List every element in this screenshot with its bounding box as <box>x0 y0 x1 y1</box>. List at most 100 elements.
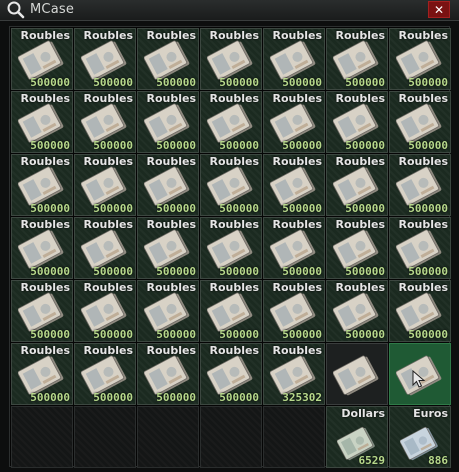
item-count: 500000 <box>345 202 385 215</box>
item-name: Roubles <box>146 29 196 42</box>
item-name: Roubles <box>209 344 259 357</box>
inventory-slot-item[interactable]: Dollars 6529 <box>326 406 388 468</box>
item-name: Roubles <box>20 218 70 231</box>
item-name: Roubles <box>398 281 448 294</box>
item-name: Roubles <box>20 155 70 168</box>
item-count: 500000 <box>30 328 70 341</box>
item-count: 500000 <box>282 76 322 89</box>
empty-slot[interactable] <box>137 406 199 468</box>
inventory-slot-item[interactable]: Roubles 325302 <box>263 343 325 405</box>
item-name: Roubles <box>146 92 196 105</box>
item-count: 500000 <box>156 202 196 215</box>
item-count: 500000 <box>345 76 385 89</box>
item-count: 500000 <box>93 328 133 341</box>
inventory-slot-item[interactable]: Roubles 500000 <box>11 91 73 153</box>
inventory-slot-item[interactable]: Roubles 500000 <box>200 154 262 216</box>
inventory-slot-item[interactable]: Roubles 500000 <box>74 217 136 279</box>
inventory-slot-item[interactable]: Roubles 500000 <box>200 343 262 405</box>
item-name: Roubles <box>272 218 322 231</box>
item-name: Roubles <box>20 344 70 357</box>
item-name: Roubles <box>272 344 322 357</box>
inventory-slot-item[interactable]: Roubles 500000 <box>389 28 451 90</box>
inventory-slot-item[interactable]: Roubles 500000 <box>11 280 73 342</box>
inventory-slot-item[interactable]: Roubles 500000 <box>74 154 136 216</box>
item-name: Roubles <box>335 218 385 231</box>
inventory-slot-item[interactable]: Roubles 500000 <box>389 217 451 279</box>
item-count: 500000 <box>219 139 259 152</box>
item-count: 500000 <box>156 391 196 404</box>
inventory-slot-item[interactable]: Roubles 500000 <box>389 91 451 153</box>
mcase-window: MCase ✕ Roubles 500000 Roubles 500000 Rouble… <box>0 0 459 472</box>
inventory-slot-item[interactable]: Roubles 500000 <box>326 217 388 279</box>
close-button[interactable]: ✕ <box>428 1 450 18</box>
item-count: 500000 <box>93 76 133 89</box>
item-name: Roubles <box>83 92 133 105</box>
item-count: 500000 <box>408 139 448 152</box>
item-name: Dollars <box>341 407 385 420</box>
inventory-slot-item[interactable]: Roubles 500000 <box>137 217 199 279</box>
item-name: Roubles <box>272 92 322 105</box>
item-count: 500000 <box>219 76 259 89</box>
empty-slot[interactable] <box>74 406 136 468</box>
inventory-slot-item[interactable]: Roubles 500000 <box>389 154 451 216</box>
inventory-slot-item[interactable]: Roubles 500000 <box>74 280 136 342</box>
inventory-slot-item[interactable]: Roubles 500000 <box>200 217 262 279</box>
item-name: Roubles <box>146 155 196 168</box>
inventory-slot-item[interactable]: Roubles 500000 <box>263 217 325 279</box>
inventory-slot-item[interactable]: Roubles 500000 <box>137 280 199 342</box>
window-title: MCase <box>30 2 75 17</box>
empty-slot[interactable] <box>11 406 73 468</box>
inventory-slot-item[interactable]: Roubles 500000 <box>137 28 199 90</box>
item-count: 500000 <box>93 139 133 152</box>
title-bar[interactable]: MCase ✕ <box>0 0 459 21</box>
inventory-slot-item[interactable]: Roubles 500000 <box>263 280 325 342</box>
inventory-slot-item[interactable]: Roubles 500000 <box>11 217 73 279</box>
empty-slot[interactable] <box>200 406 262 468</box>
inventory-slot-item[interactable]: Roubles 500000 <box>263 28 325 90</box>
inventory-slot-item[interactable]: Roubles 500000 <box>137 91 199 153</box>
item-count: 500000 <box>156 76 196 89</box>
item-name: Roubles <box>209 218 259 231</box>
inventory-slot-item[interactable]: Roubles 500000 <box>137 154 199 216</box>
inventory-slot-item[interactable]: Roubles 500000 <box>326 91 388 153</box>
inventory-slot-item[interactable]: Roubles 500000 <box>326 28 388 90</box>
inventory-slot-item[interactable]: Roubles 500000 <box>200 28 262 90</box>
inventory-slot-item[interactable]: Roubles 500000 <box>389 280 451 342</box>
inventory-slot-item[interactable]: Roubles 500000 <box>200 91 262 153</box>
inventory-slot-item[interactable]: Roubles 500000 <box>74 91 136 153</box>
inventory-slot-item[interactable]: Euros 886 <box>389 406 451 468</box>
inventory-slot-item[interactable]: Roubles 500000 <box>74 343 136 405</box>
inventory-slot-item[interactable]: Roubles 500000 <box>11 28 73 90</box>
item-name: Roubles <box>83 29 133 42</box>
inventory-slot-item[interactable]: Roubles 500000 <box>263 154 325 216</box>
item-name: Roubles <box>83 281 133 294</box>
inventory-slot-item[interactable]: Roubles 500000 <box>11 343 73 405</box>
empty-slot[interactable] <box>263 406 325 468</box>
inventory-slot-item[interactable]: Roubles 500000 <box>326 154 388 216</box>
item-count: 500000 <box>282 139 322 152</box>
inventory-slot-item[interactable]: Roubles 500000 <box>200 280 262 342</box>
inventory-slot-item[interactable] <box>326 343 388 405</box>
item-count: 500000 <box>156 265 196 278</box>
item-name: Roubles <box>209 92 259 105</box>
item-name: Roubles <box>398 29 448 42</box>
banknote-stack-icon <box>333 355 379 396</box>
item-name: Roubles <box>83 218 133 231</box>
search-icon <box>7 1 25 19</box>
item-name: Euros <box>413 407 448 420</box>
inventory-slot-item[interactable]: Roubles 500000 <box>11 154 73 216</box>
inventory-slot-item[interactable]: Roubles 500000 <box>263 91 325 153</box>
inventory-slot-item[interactable]: Roubles 500000 <box>137 343 199 405</box>
item-name: Roubles <box>20 92 70 105</box>
inventory-slot-item[interactable]: Roubles 500000 <box>326 280 388 342</box>
item-name: Roubles <box>335 155 385 168</box>
inventory-slot-selected[interactable] <box>389 343 451 405</box>
item-count: 500000 <box>30 265 70 278</box>
item-count: 500000 <box>93 202 133 215</box>
close-icon: ✕ <box>433 2 445 17</box>
inventory-slot-item[interactable]: Roubles 500000 <box>74 28 136 90</box>
cursor-icon <box>412 370 426 388</box>
item-name: Roubles <box>209 155 259 168</box>
item-name: Roubles <box>209 29 259 42</box>
item-name: Roubles <box>146 218 196 231</box>
